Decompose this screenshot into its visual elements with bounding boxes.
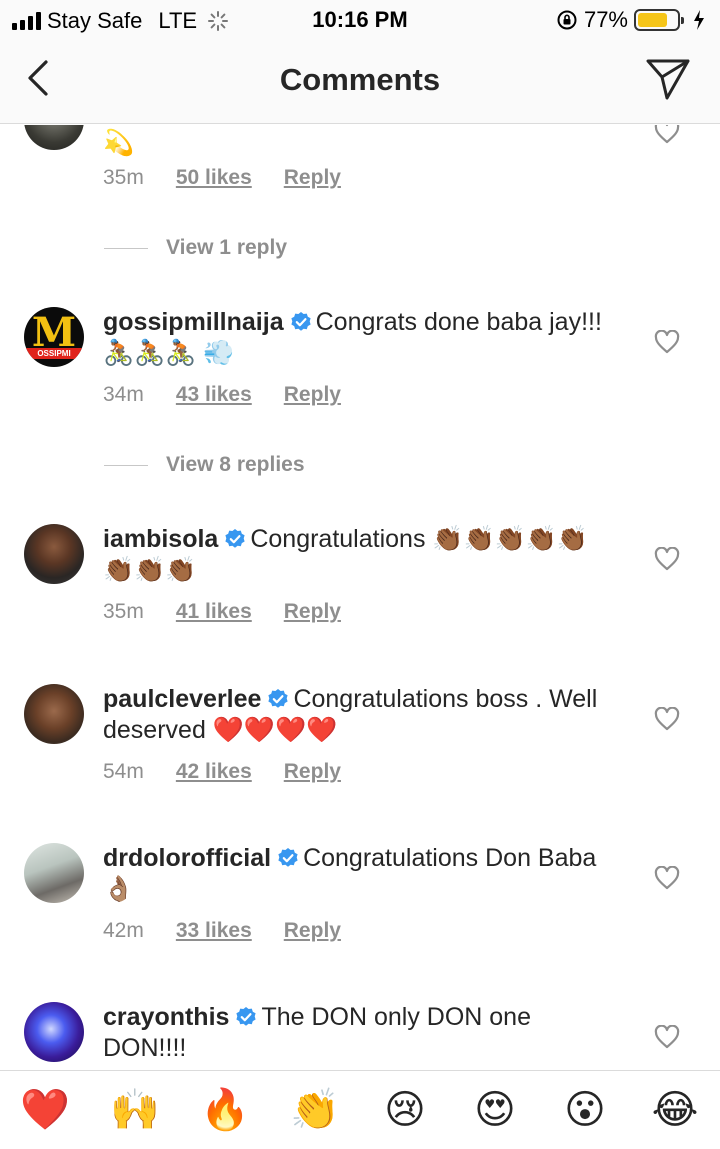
orientation-lock-icon bbox=[557, 10, 577, 30]
like-heart-icon[interactable] bbox=[654, 547, 680, 571]
emoji-reaction-bar: ❤️ 🙌 🔥 👏 😢 😍 😮 😂 bbox=[0, 1070, 720, 1149]
comment-username[interactable]: drdolorofficial bbox=[103, 844, 271, 872]
likes-link[interactable]: 42 likes bbox=[176, 760, 252, 784]
battery-percent: 77% bbox=[583, 7, 628, 32]
battery-icon bbox=[634, 9, 684, 31]
like-heart-icon[interactable] bbox=[654, 1025, 680, 1049]
comment-username[interactable]: gossipmillnaija bbox=[103, 308, 284, 336]
emoji-heart-eyes-button[interactable]: 😍 bbox=[465, 1087, 525, 1133]
reply-button[interactable]: Reply bbox=[284, 600, 341, 624]
comment-text: 💫 bbox=[103, 129, 135, 157]
comment-text: iambisola Congratulations 👏🏾👏🏾👏🏾👏🏾👏🏾👏🏾👏🏾👏… bbox=[103, 524, 608, 586]
page-title: Comments bbox=[279, 62, 441, 97]
reply-button[interactable]: Reply bbox=[284, 383, 341, 407]
divider-line bbox=[104, 247, 148, 249]
avatar[interactable] bbox=[24, 843, 84, 903]
like-heart-icon[interactable] bbox=[654, 330, 680, 354]
status-right: 77% bbox=[556, 7, 706, 33]
comment-meta: 35m 41 likes Reply bbox=[103, 600, 341, 624]
comment-meta: 35m 50 likes Reply bbox=[103, 166, 341, 190]
comment-time: 34m bbox=[103, 383, 144, 406]
view-replies-button[interactable]: View 8 replies bbox=[104, 453, 305, 477]
avatar[interactable] bbox=[24, 524, 84, 584]
verified-badge-icon bbox=[291, 312, 311, 331]
comment-time: 54m bbox=[103, 760, 144, 783]
battery-level-fill bbox=[638, 13, 668, 27]
view-replies-label: View 1 reply bbox=[166, 236, 288, 259]
avatar[interactable] bbox=[24, 1002, 84, 1062]
comment-username[interactable]: paulcleverlee bbox=[103, 685, 261, 713]
emoji-crying-button[interactable]: 😢 bbox=[375, 1087, 435, 1133]
view-replies-label: View 8 replies bbox=[166, 453, 305, 476]
avatar-logo-subtext: OSSIPMI bbox=[37, 349, 71, 358]
verified-badge-icon bbox=[236, 1007, 257, 1026]
reply-button[interactable]: Reply bbox=[284, 919, 341, 943]
direct-send-icon[interactable] bbox=[644, 56, 692, 102]
verified-badge-icon bbox=[268, 689, 289, 708]
likes-link[interactable]: 43 likes bbox=[176, 383, 252, 407]
emoji-raised-hands-button[interactable]: 🙌 bbox=[105, 1087, 165, 1133]
divider-line bbox=[104, 464, 148, 466]
comment-meta: 34m 43 likes Reply bbox=[103, 383, 341, 407]
view-replies-button[interactable]: View 1 reply bbox=[104, 236, 287, 260]
verified-badge-icon bbox=[278, 848, 298, 867]
status-bar: Stay Safe LTE 10:16 PM 77% bbox=[0, 0, 720, 40]
comment-text: paulcleverlee Congratulations boss . Well… bbox=[103, 684, 608, 746]
comment-time: 35m bbox=[103, 600, 144, 623]
comment-username[interactable]: crayonthis bbox=[103, 1003, 229, 1031]
like-heart-icon[interactable] bbox=[654, 125, 680, 144]
charging-bolt-icon bbox=[694, 10, 704, 30]
comment-time: 35m bbox=[103, 166, 144, 189]
likes-link[interactable]: 50 likes bbox=[176, 166, 252, 190]
likes-link[interactable]: 33 likes bbox=[176, 919, 252, 943]
emoji-surprised-button[interactable]: 😮 bbox=[555, 1087, 615, 1133]
comment-meta: 42m 33 likes Reply bbox=[103, 919, 341, 943]
comment-username[interactable]: iambisola bbox=[103, 525, 218, 553]
like-heart-icon[interactable] bbox=[654, 707, 680, 731]
comments-header: Comments bbox=[0, 40, 720, 124]
emoji-clap-button[interactable]: 👏 bbox=[285, 1087, 345, 1133]
reply-button[interactable]: Reply bbox=[284, 760, 341, 784]
comment-time: 42m bbox=[103, 919, 144, 942]
comment-text: gossipmillnaija Congrats done baba jay!!!… bbox=[103, 307, 608, 369]
emoji-fire-button[interactable]: 🔥 bbox=[195, 1087, 255, 1133]
reply-button[interactable]: Reply bbox=[284, 166, 341, 190]
avatar[interactable]: M OSSIPMI bbox=[24, 307, 84, 367]
comment-meta: 54m 42 likes Reply bbox=[103, 760, 341, 784]
emoji-laughing-button[interactable]: 😂 bbox=[645, 1087, 705, 1133]
verified-badge-icon bbox=[225, 529, 245, 548]
emoji-heart-button[interactable]: ❤️ bbox=[15, 1087, 75, 1133]
comment-text: crayonthis The DON only DON one DON!!!! bbox=[103, 1002, 608, 1064]
avatar[interactable] bbox=[24, 684, 84, 744]
likes-link[interactable]: 41 likes bbox=[176, 600, 252, 624]
comments-list[interactable]: 💫 35m 50 likes Reply View 1 reply M OSSI… bbox=[0, 125, 720, 1070]
avatar[interactable] bbox=[24, 125, 84, 150]
like-heart-icon[interactable] bbox=[654, 866, 680, 890]
comment-text: drdolorofficial Congratulations Don Baba … bbox=[103, 843, 608, 905]
